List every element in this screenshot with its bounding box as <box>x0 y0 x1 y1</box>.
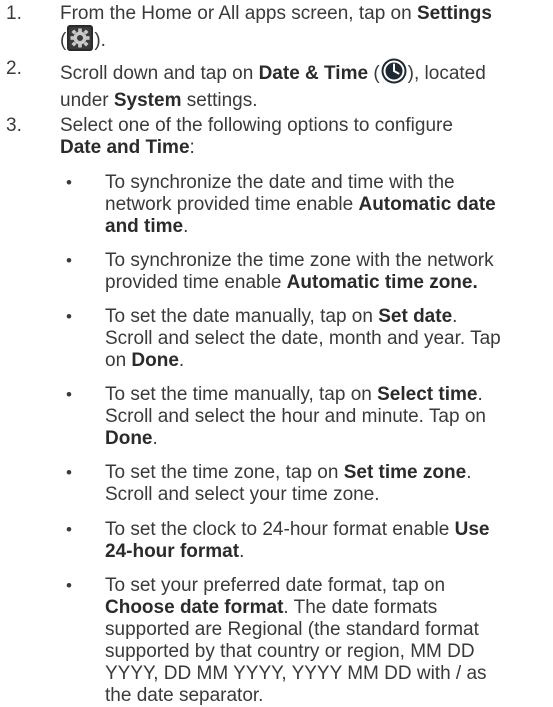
bullet: • <box>66 307 72 326</box>
step-number: 1. <box>6 3 22 24</box>
step-text: Select one of the following options to c… <box>60 115 453 158</box>
date-time-label: Date & Time <box>258 63 369 84</box>
system-label: System <box>113 90 182 111</box>
clock-icon <box>381 58 407 90</box>
settings-gear-icon <box>67 25 94 57</box>
step-text: Scroll down and tap on Date & Time (), l… <box>60 58 550 112</box>
bullet: • <box>66 463 72 482</box>
settings-label: Settings <box>416 3 492 24</box>
bullet: • <box>66 576 72 595</box>
date-and-time-label: Date and Time <box>60 137 190 158</box>
step-text: From the Home or All apps screen, tap on… <box>60 3 550 57</box>
bullet: • <box>66 251 72 270</box>
bullet: • <box>66 173 72 192</box>
step-number: 2. <box>6 58 22 79</box>
step-number: 3. <box>6 115 22 136</box>
bullet: • <box>66 385 72 404</box>
bullet: • <box>66 520 72 539</box>
instructions-document: 1. From the Home or All apps screen, tap… <box>0 0 553 706</box>
